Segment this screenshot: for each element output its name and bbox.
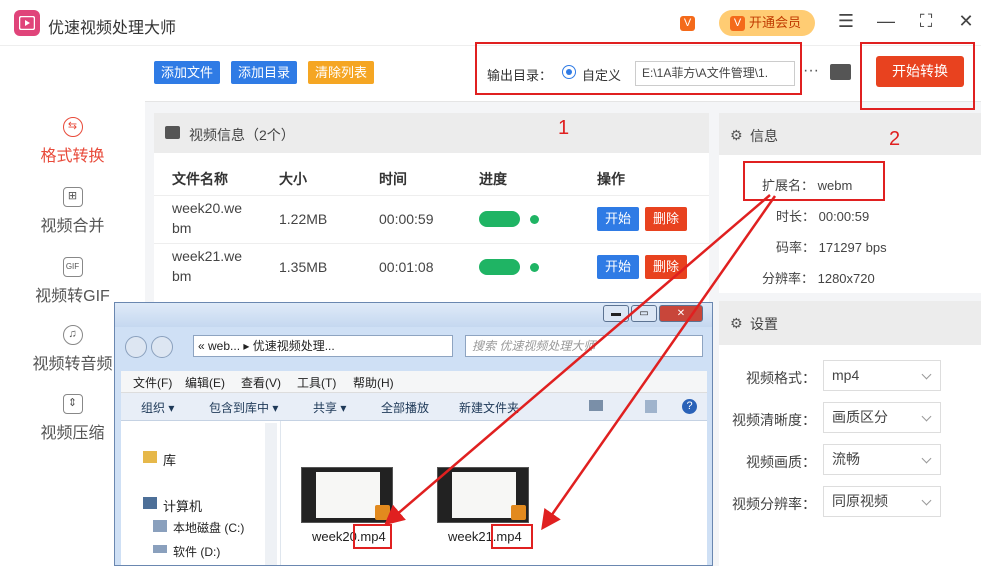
- annotation-arrows: [384, 194, 777, 531]
